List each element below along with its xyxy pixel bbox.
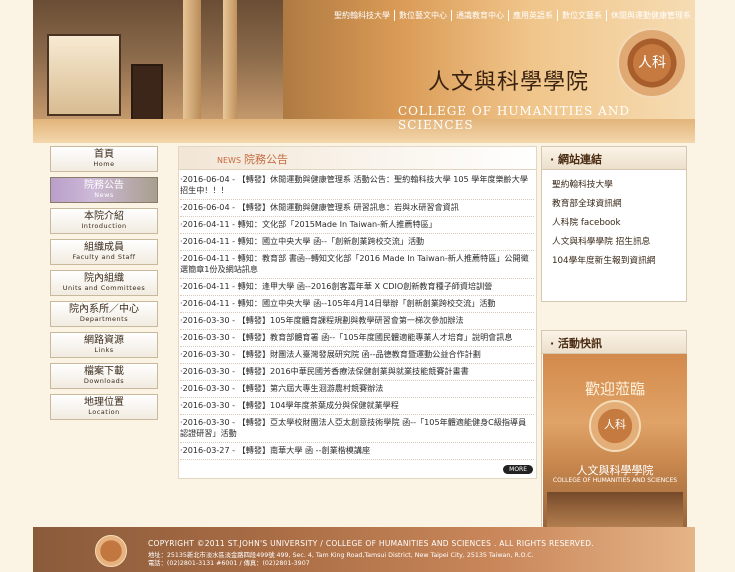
news-item[interactable]: ·2016-06-04 - 【轉發】休閒運動與健康管理系 研習訊息：岩與水研習會… xyxy=(180,200,534,217)
more-button[interactable]: MORE xyxy=(503,465,533,474)
nav-item-home[interactable]: 首頁 Home xyxy=(50,146,158,172)
activity-box-header: · 活動快訊 xyxy=(542,331,686,354)
nav-label-en: Downloads xyxy=(83,377,125,385)
news-title-en: NEWS xyxy=(217,156,242,165)
news-item[interactable]: ·2016-03-30 - 【轉發】104學年度茶葉成分與保健就業學程 xyxy=(180,398,534,415)
nav-label-en: News xyxy=(94,191,114,199)
nav-label-zh: 本院介紹 xyxy=(84,211,124,222)
footer-contact: 地址：25135新北市淡水區淡金路四段499號 499, Sec. 4, Tam… xyxy=(148,552,534,568)
banner-door xyxy=(131,64,163,126)
sidebar-link[interactable]: 104學年度新生報到資訊網 xyxy=(552,252,686,271)
sidebar-link[interactable]: 人科院 facebook xyxy=(552,214,686,233)
activity-wrapper: · 活動快訊 歡迎蒞臨 人科 人文與科學學院 COLLEGE OF HUMANI… xyxy=(542,331,687,551)
sidebar-link[interactable]: 教育部全球資訊網 xyxy=(552,195,686,214)
nav-item-location[interactable]: 地理位置 Location xyxy=(50,394,158,420)
nav-label-en: Introduction xyxy=(81,222,127,230)
footer-address: 地址：25135新北市淡水區淡金路四段499號 499, Sec. 4, Tam… xyxy=(148,552,534,559)
right-sidebar: · 網站連結 聖約翰科技大學 教育部全球資訊網 人科院 facebook 人文與… xyxy=(541,146,687,550)
news-header: NEWS 院務公告 xyxy=(179,147,536,170)
top-nav: 聖約翰科技大學 數位藝文中心 通識教育中心 應用英語系 數位文藝系 休閒與運動健… xyxy=(330,10,695,21)
nav-label-zh: 組織成員 xyxy=(84,242,124,253)
nav-item-units[interactable]: 院內組織 Units and Committees xyxy=(50,270,158,296)
welcome-text: 歡迎蒞臨 xyxy=(584,380,645,398)
page: 聖約翰科技大學 數位藝文中心 通識教育中心 應用英語系 數位文藝系 休閒與運動健… xyxy=(0,0,735,572)
banner-window xyxy=(47,34,121,116)
news-list: ·2016-06-04 - 【轉發】休閒運動與健康管理系 活動公告：聖約翰科技大… xyxy=(179,170,536,460)
links-box-title: · 網站連結 xyxy=(550,153,603,166)
news-item[interactable]: ·2016-04-11 - 轉知：教育部 書函--轉知文化部「2016 Made… xyxy=(180,251,534,279)
nav-label-en: Location xyxy=(88,408,120,416)
news-item[interactable]: ·2016-03-30 - 【轉發】教育部體育署 函--「105年度國民體適能專… xyxy=(180,330,534,347)
nav-label-en: Departments xyxy=(79,315,129,323)
nav-label-zh: 院內組織 xyxy=(84,273,124,284)
nav-label-zh: 地理位置 xyxy=(84,397,124,408)
nav-label-en: Links xyxy=(94,346,114,354)
sidebar-link[interactable]: 聖約翰科技大學 xyxy=(552,176,686,195)
nav-label-zh: 檔案下載 xyxy=(84,366,124,377)
links-box: · 網站連結 聖約翰科技大學 教育部全球資訊網 人科院 facebook 人文與… xyxy=(541,146,687,302)
news-panel: NEWS 院務公告 ·2016-06-04 - 【轉發】休閒運動與健康管理系 活動… xyxy=(178,146,537,479)
activity-seal-logo: 人科 xyxy=(589,400,641,452)
top-nav-link[interactable]: 通識教育中心 xyxy=(451,10,508,21)
nav-label-zh: 院內系所／中心 xyxy=(69,304,139,315)
news-item[interactable]: ·2016-03-30 - 【轉發】亞太學校財團法人亞太創意技術學院 函--「1… xyxy=(180,415,534,443)
college-title-zh: 人文與科學學院 xyxy=(428,70,590,95)
top-nav-link[interactable]: 休閒與運動健康管理系 xyxy=(606,10,695,21)
news-item[interactable]: ·2016-03-30 - 【轉發】105年度體育課程規劃與教學研習會第一梯次參… xyxy=(180,313,534,330)
nav-label-en: Home xyxy=(93,160,115,168)
college-seal-logo: 人科 xyxy=(617,28,687,98)
activity-banner-image[interactable]: 歡迎蒞臨 人科 人文與科學學院 COLLEGE OF HUMANITIES AN… xyxy=(543,354,687,550)
links-list: 聖約翰科技大學 教育部全球資訊網 人科院 facebook 人文與科學學院 招生… xyxy=(542,170,686,301)
news-item[interactable]: ·2016-04-11 - 轉知：國立中央大學 函--「創新創業跨校交流」活動 xyxy=(180,234,534,251)
header-banner: 聖約翰科技大學 數位藝文中心 通識教育中心 應用英語系 數位文藝系 休閒與運動健… xyxy=(33,0,695,143)
footer: COPYRIGHT ©2011 ST.JOHN'S UNIVERSITY / C… xyxy=(33,527,695,572)
news-item[interactable]: ·2016-03-30 - 【轉發】2016中華民國芳香療法保健創業與就業技能競… xyxy=(180,364,534,381)
activity-college-zh: 人文與科學學院 xyxy=(576,464,654,477)
left-nav: 首頁 Home 院務公告 News 本院介紹 Introduction 組織成員 Fac… xyxy=(50,146,160,425)
nav-item-links[interactable]: 網路資源 Links xyxy=(50,332,158,358)
nav-label-zh: 首頁 xyxy=(94,149,114,160)
nav-item-faculty[interactable]: 組織成員 Faculty and Staff xyxy=(50,239,158,265)
news-title: NEWS 院務公告 xyxy=(217,151,288,167)
nav-item-introduction[interactable]: 本院介紹 Introduction xyxy=(50,208,158,234)
news-item[interactable]: ·2016-04-11 - 轉知：文化部「2015Made In Taiwan-… xyxy=(180,217,534,234)
activity-seal-text: 人科 xyxy=(604,418,626,431)
links-box-header: · 網站連結 xyxy=(542,147,686,170)
seal-text: 人科 xyxy=(638,55,666,71)
top-nav-link[interactable]: 聖約翰科技大學 xyxy=(330,10,394,21)
sidebar-link[interactable]: 人文與科學學院 招生訊息 xyxy=(552,233,686,252)
nav-item-news[interactable]: 院務公告 News xyxy=(50,177,158,203)
footer-copyright: COPYRIGHT ©2011 ST.JOHN'S UNIVERSITY / C… xyxy=(148,539,595,548)
news-item[interactable]: ·2016-06-04 - 【轉發】休閒運動與健康管理系 活動公告：聖約翰科技大… xyxy=(180,172,534,200)
activity-box-title: · 活動快訊 xyxy=(550,337,603,350)
top-nav-link[interactable]: 數位藝文中心 xyxy=(394,10,451,21)
news-title-zh: 院務公告 xyxy=(244,153,289,166)
news-item[interactable]: ·2016-03-27 - 【轉發】南華大學 函 --創業楷模講座 xyxy=(180,443,534,460)
top-nav-link[interactable]: 應用英語系 xyxy=(508,10,557,21)
nav-label-en: Units and Committees xyxy=(62,284,146,292)
nav-label-zh: 網路資源 xyxy=(84,335,124,346)
news-item[interactable]: ·2016-04-11 - 轉知：逢甲大學 函--2016創客嘉年華 X CDI… xyxy=(180,279,534,296)
footer-seal-logo xyxy=(95,535,127,567)
news-item[interactable]: ·2016-03-30 - 【轉發】第六屆大專生洄游農村競賽辦法 xyxy=(180,381,534,398)
footer-phone: 電話：(02)2801-3131 #6001 / 傳真：(02)2801-390… xyxy=(148,560,310,567)
nav-item-departments[interactable]: 院內系所／中心 Departments xyxy=(50,301,158,327)
nav-label-en: Faculty and Staff xyxy=(72,253,136,261)
activity-box: · 活動快訊 歡迎蒞臨 人科 人文與科學學院 COLLEGE OF HUMANI… xyxy=(541,330,687,550)
news-item[interactable]: ·2016-03-30 - 【轉發】財團法人臺灣發展研究院 函--品德教育暨運動… xyxy=(180,347,534,364)
nav-item-downloads[interactable]: 檔案下載 Downloads xyxy=(50,363,158,389)
nav-label-zh: 院務公告 xyxy=(84,180,124,191)
college-title-en: COLLEGE OF HUMANITIES AND SCIENCES xyxy=(398,104,630,132)
activity-college-en: COLLEGE OF HUMANITIES AND SCIENCES xyxy=(552,477,678,484)
news-item[interactable]: ·2016-04-11 - 轉知：國立中央大學 函--105年4月14日舉辦「創… xyxy=(180,296,534,313)
top-nav-link[interactable]: 數位文藝系 xyxy=(557,10,606,21)
